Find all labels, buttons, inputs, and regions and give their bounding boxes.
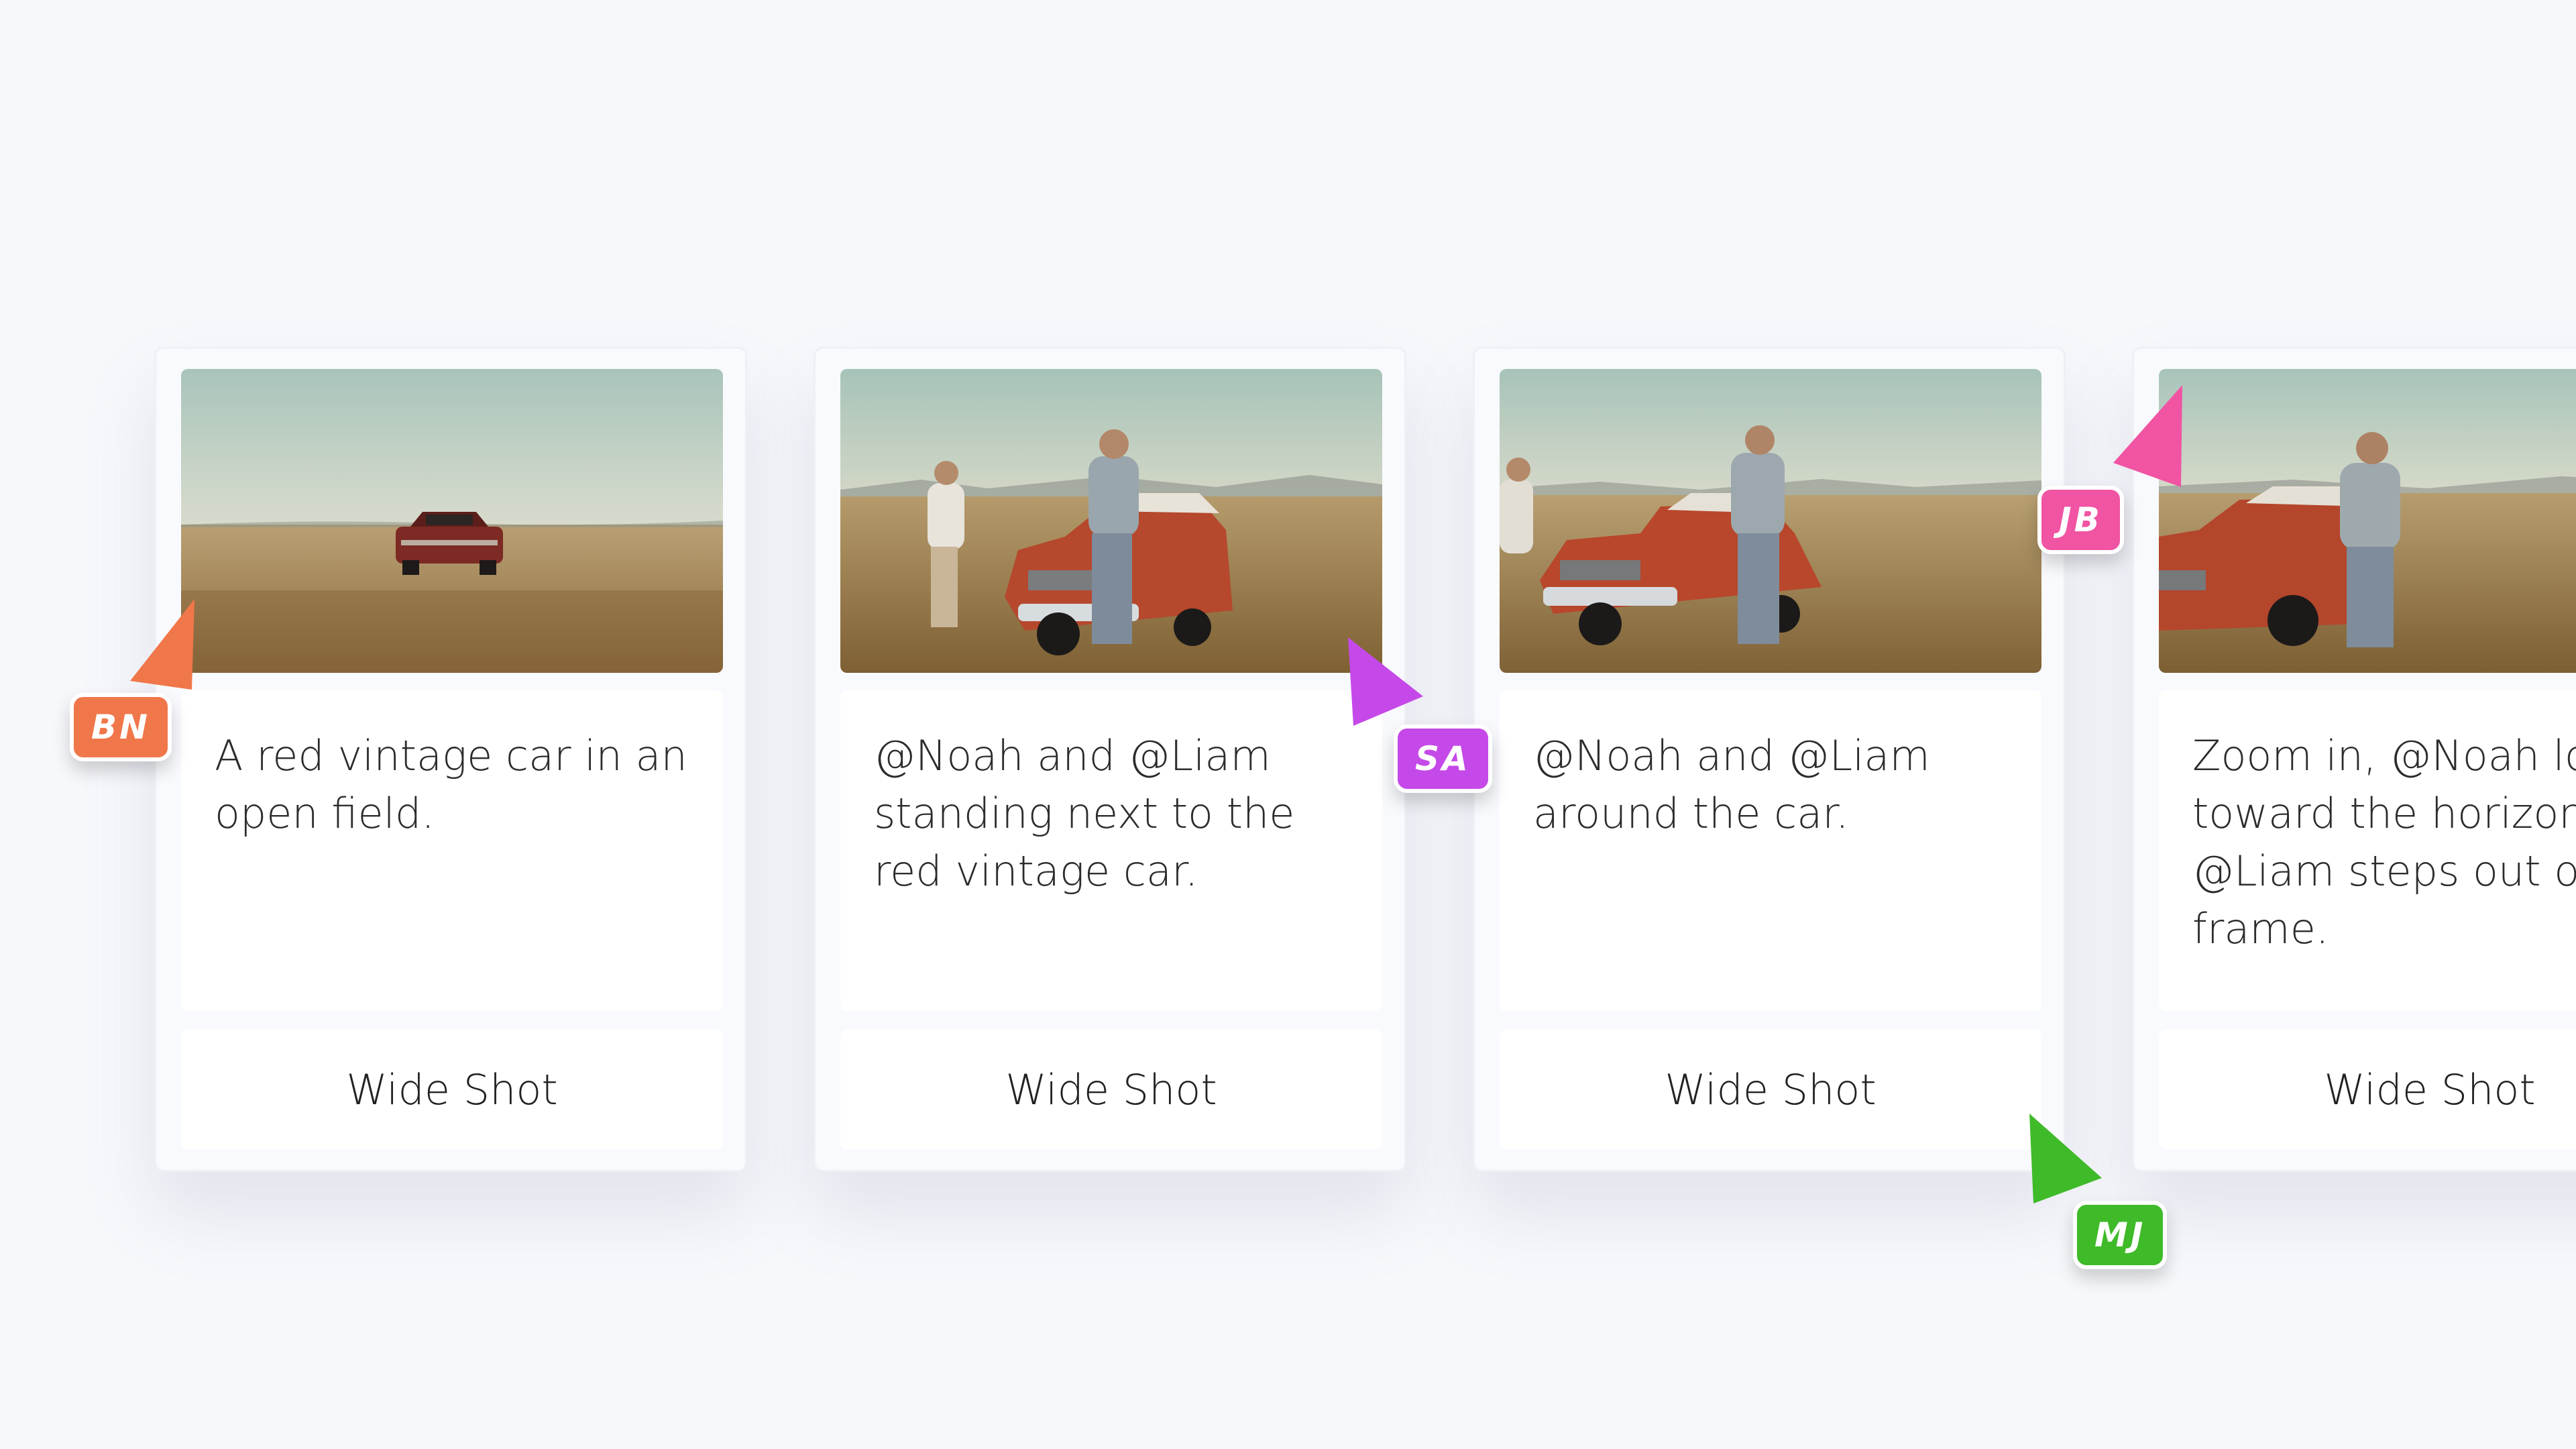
cursor-arrow-icon	[2113, 385, 2182, 487]
cursor-arrow-icon	[2029, 1114, 2102, 1203]
shot-card[interactable]: Zoom in, @Noah looks toward the horizon …	[2132, 347, 2576, 1172]
cursor-arrow-icon	[130, 599, 194, 690]
shot-type-label[interactable]: Wide Shot	[840, 1030, 1382, 1149]
collaborator-badge: SA	[1394, 724, 1492, 793]
cursor-arrow-icon	[1348, 637, 1423, 726]
shot-type-label[interactable]: Wide Shot	[181, 1030, 723, 1149]
collaborator-badge: MJ	[2073, 1201, 2168, 1269]
shot-thumbnail[interactable]	[1500, 369, 2041, 673]
shot-thumbnail[interactable]	[840, 369, 1382, 673]
shot-card[interactable]: @Noah and @Liam around the car. Wide Sho…	[1473, 347, 2066, 1172]
collaborator-badge: BN	[70, 693, 172, 761]
shot-description[interactable]: Zoom in, @Noah looks toward the horizon …	[2159, 690, 2576, 1011]
shot-thumbnail[interactable]	[2159, 369, 2576, 673]
shot-thumbnail[interactable]	[181, 369, 723, 673]
shot-description[interactable]: @Noah and @Liam standing next to the red…	[840, 690, 1382, 1011]
collaborator-badge: JB	[2037, 486, 2124, 554]
shot-card[interactable]: A red vintage car in an open field. Wide…	[154, 347, 747, 1172]
storyboard-canvas: A red vintage car in an open field. Wide…	[0, 0, 2576, 1449]
shot-card[interactable]: @Noah and @Liam standing next to the red…	[814, 347, 1406, 1172]
shot-description[interactable]: A red vintage car in an open field.	[181, 690, 723, 1011]
shot-type-label[interactable]: Wide Shot	[2159, 1030, 2576, 1149]
shot-type-label[interactable]: Wide Shot	[1500, 1030, 2041, 1149]
shot-description[interactable]: @Noah and @Liam around the car.	[1500, 690, 2041, 1011]
